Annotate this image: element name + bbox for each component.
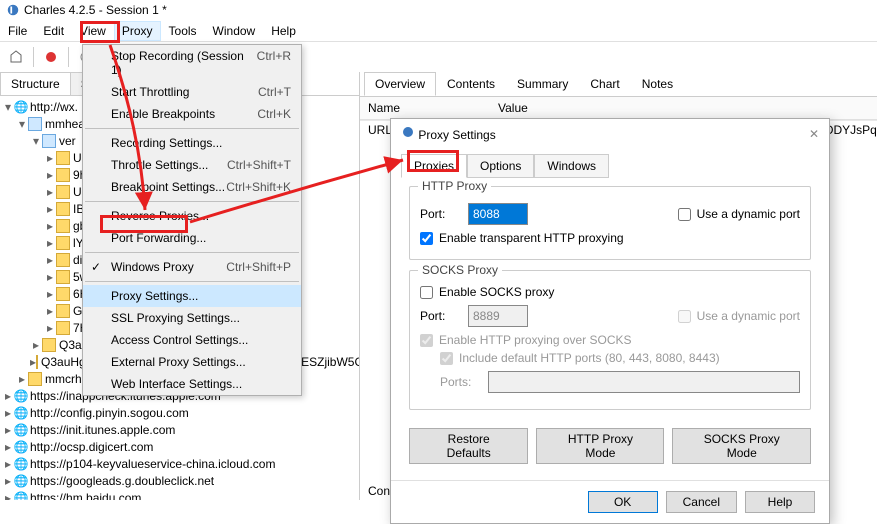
folder-icon <box>56 168 70 182</box>
ok-button[interactable]: OK <box>588 491 658 513</box>
menu-tools[interactable]: Tools <box>161 21 205 41</box>
folder-icon <box>36 355 38 369</box>
menu-item-reverse-proxies-[interactable]: Reverse Proxies... <box>83 205 301 227</box>
app-icon <box>6 3 20 17</box>
enable-socks-label: Enable SOCKS proxy <box>439 285 554 299</box>
enable-socks-checkbox[interactable] <box>420 286 433 299</box>
restore-defaults-button[interactable]: Restore Defaults <box>409 428 528 464</box>
folder-icon <box>56 253 70 267</box>
socks-port-label: Port: <box>420 309 460 323</box>
socks-proxy-mode-button[interactable]: SOCKS Proxy Mode <box>672 428 811 464</box>
menu-window[interactable]: Window <box>205 21 264 41</box>
menu-view[interactable]: View <box>72 21 114 41</box>
window-title: Charles 4.2.5 - Session 1 * <box>24 3 167 17</box>
globe-icon: 🌐 <box>14 100 28 114</box>
menu-edit[interactable]: Edit <box>35 21 72 41</box>
ports-input <box>488 371 800 393</box>
help-button[interactable]: Help <box>745 491 815 513</box>
http-proxy-label: HTTP Proxy <box>418 179 491 193</box>
dialog-icon <box>401 125 415 139</box>
menu-proxy[interactable]: Proxy <box>114 21 161 41</box>
socks-label: SOCKS Proxy <box>418 263 502 277</box>
close-icon[interactable]: ✕ <box>809 127 819 141</box>
ports-label: Ports: <box>440 375 480 389</box>
transparent-proxy-checkbox[interactable] <box>420 232 433 245</box>
globe-icon: 🌐 <box>14 389 28 403</box>
menu-item-proxy-settings-[interactable]: Proxy Settings... <box>83 285 301 307</box>
proxy-settings-dialog: Proxy Settings ✕ Proxies Options Windows… <box>390 118 830 524</box>
http-port-input[interactable] <box>468 203 528 225</box>
socks-port-input <box>468 305 528 327</box>
menu-item-web-interface-settings-[interactable]: Web Interface Settings... <box>83 373 301 395</box>
tab-chart[interactable]: Chart <box>579 72 630 96</box>
dynamic-port-label: Use a dynamic port <box>697 207 800 221</box>
menu-item-enable-breakpoints[interactable]: Enable BreakpointsCtrl+K <box>83 103 301 125</box>
http-proxy-mode-button[interactable]: HTTP Proxy Mode <box>536 428 664 464</box>
tab-summary[interactable]: Summary <box>506 72 579 96</box>
tree-row[interactable]: ▸🌐http://ocsp.digicert.com <box>2 438 357 455</box>
tab-contents[interactable]: Contents <box>436 72 506 96</box>
title-bar: Charles 4.2.5 - Session 1 * <box>0 0 877 20</box>
menu-item-stop-recording-session-[interactable]: Stop Recording (Session 1)Ctrl+R <box>83 45 301 81</box>
folder-icon <box>28 372 42 386</box>
folder-icon <box>42 338 56 352</box>
menu-item-start-throttling[interactable]: Start ThrottlingCtrl+T <box>83 81 301 103</box>
folder-icon <box>56 321 70 335</box>
clear-button[interactable] <box>4 45 28 69</box>
folder-icon <box>56 202 70 216</box>
menu-item-access-control-settings-[interactable]: Access Control Settings... <box>83 329 301 351</box>
menu-item-breakpoint-settings-[interactable]: Breakpoint Settings...Ctrl+Shift+K <box>83 176 301 198</box>
tree-row[interactable]: ▸🌐https://hm.baidu.com <box>2 489 357 500</box>
globe-icon: 🌐 <box>14 423 28 437</box>
http-proxy-group: HTTP Proxy Port: Use a dynamic port Enab… <box>409 186 811 260</box>
folder-icon <box>42 134 56 148</box>
folder-icon <box>56 270 70 284</box>
http-over-socks-checkbox <box>420 334 433 347</box>
folder-icon <box>28 117 42 131</box>
tab-overview[interactable]: Overview <box>364 72 436 96</box>
dialog-title: Proxy Settings <box>418 128 495 142</box>
menu-item-throttle-settings-[interactable]: Throttle Settings...Ctrl+Shift+T <box>83 154 301 176</box>
folder-icon <box>56 151 70 165</box>
include-defaults-checkbox <box>440 352 453 365</box>
menu-item-ssl-proxying-settings-[interactable]: SSL Proxying Settings... <box>83 307 301 329</box>
dlg-tab-proxies[interactable]: Proxies <box>401 154 467 178</box>
menu-item-recording-settings-[interactable]: Recording Settings... <box>83 132 301 154</box>
folder-icon <box>56 219 70 233</box>
dlg-tab-windows[interactable]: Windows <box>534 154 609 178</box>
dynamic-port-http-checkbox[interactable] <box>678 208 691 221</box>
menu-item-external-proxy-settings-[interactable]: External Proxy Settings... <box>83 351 301 373</box>
menu-help[interactable]: Help <box>263 21 304 41</box>
tree-row[interactable]: ▸🌐https://p104-keyvalueservice-china.icl… <box>2 455 357 472</box>
menu-item-port-forwarding-[interactable]: Port Forwarding... <box>83 227 301 249</box>
globe-icon: 🌐 <box>14 491 28 501</box>
socks-proxy-group: SOCKS Proxy Enable SOCKS proxy Port: Use… <box>409 270 811 410</box>
menu-file[interactable]: File <box>0 21 35 41</box>
globe-icon: 🌐 <box>14 440 28 454</box>
dynamic-port-socks-checkbox <box>678 310 691 323</box>
col-name: Name <box>360 97 490 120</box>
col-value: Value <box>490 97 877 120</box>
tree-row[interactable]: ▸🌐https://init.itunes.apple.com <box>2 421 357 438</box>
tree-row[interactable]: ▸🌐http://config.pinyin.sogou.com <box>2 404 357 421</box>
globe-icon: 🌐 <box>14 474 28 488</box>
cancel-button[interactable]: Cancel <box>666 491 737 513</box>
tab-notes[interactable]: Notes <box>631 72 684 96</box>
globe-icon: 🌐 <box>14 406 28 420</box>
tab-structure[interactable]: Structure <box>0 72 71 95</box>
proxy-menu-dropdown: Stop Recording (Session 1)Ctrl+RStart Th… <box>82 44 302 396</box>
folder-icon <box>56 185 70 199</box>
dlg-tab-options[interactable]: Options <box>467 154 534 178</box>
menu-bar: File Edit View Proxy Tools Window Help <box>0 20 877 42</box>
folder-icon <box>56 304 70 318</box>
port-label: Port: <box>420 207 460 221</box>
transparent-label: Enable transparent HTTP proxying <box>439 231 624 245</box>
tree-row[interactable]: ▸🌐https://googleads.g.doubleclick.net <box>2 472 357 489</box>
globe-icon: 🌐 <box>14 457 28 471</box>
folder-icon <box>56 236 70 250</box>
folder-icon <box>56 287 70 301</box>
record-button[interactable] <box>39 45 63 69</box>
menu-item-windows-proxy[interactable]: ✓Windows ProxyCtrl+Shift+P <box>83 256 301 278</box>
